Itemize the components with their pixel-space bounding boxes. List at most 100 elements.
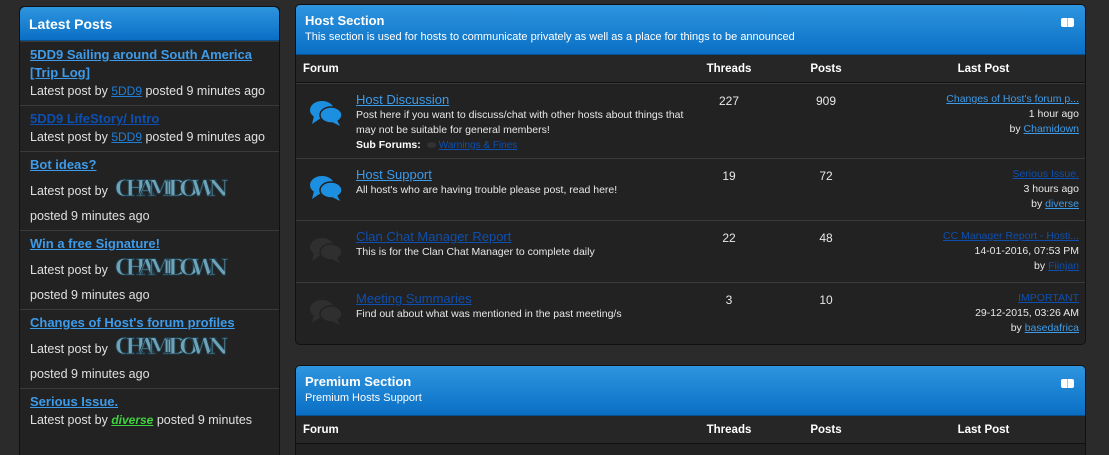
last-post-user-link[interactable]: diverse: [1045, 198, 1079, 210]
last-post-date: 14-01-2016, 07:53 PM: [974, 245, 1080, 257]
premium-section: Premium Section Premium Hosts Support Fo…: [295, 365, 1086, 455]
section-title: Host Section: [305, 13, 385, 28]
latest-post-by-label: Latest post by: [30, 130, 108, 144]
last-post-user-link[interactable]: basedafrica: [1025, 322, 1079, 334]
last-post-by-label: by: [1031, 198, 1043, 210]
latest-post-title-link[interactable]: Win a free Signature!: [30, 235, 269, 253]
latest-post-title-link[interactable]: Serious Issue.: [30, 393, 269, 411]
latest-post-time: posted 9 minutes ago: [30, 209, 150, 223]
col-forum: Forum: [303, 62, 339, 75]
forum-link[interactable]: Meeting Summaries: [356, 291, 688, 307]
post-count: 909: [815, 94, 837, 108]
subforums-label: Sub Forums:: [356, 139, 421, 151]
latest-post-item: Win a free Signature! Latest post by CHA…: [20, 230, 279, 309]
forum-description: All host's who are having trouble please…: [356, 184, 618, 196]
thread-count: 19: [722, 169, 736, 183]
latest-post-by-label: Latest post by: [30, 183, 108, 198]
forum-link[interactable]: Host Support: [356, 167, 688, 183]
thread-count: 227: [718, 94, 740, 108]
chamidown-username-logo[interactable]: CHAMIDOWN: [113, 331, 231, 366]
col-threads: Threads: [706, 423, 752, 436]
collapse-toggle-icon[interactable]: [1061, 18, 1074, 27]
latest-post-item: 5DD9 LifeStory/ Intro Latest post by 5DD…: [20, 105, 279, 151]
last-post-by-label: by: [1010, 322, 1022, 334]
last-post-info: IMPORTANT 29-12-2015, 03:26 AM by baseda…: [882, 283, 1085, 344]
latest-post-time: posted 9 minutes ago: [145, 130, 266, 144]
forum-new-posts-icon: [296, 84, 356, 158]
post-count: 72: [819, 169, 833, 183]
last-post-user-link[interactable]: Chamidown: [1024, 123, 1079, 135]
col-threads: Threads: [706, 62, 752, 75]
forum-row-clan-chat-manager-report: Clan Chat Manager Report This is for the…: [296, 220, 1085, 282]
section-description: Premium Hosts Support: [305, 392, 422, 404]
last-post-info: CC Manager Report - Hosti... 14-01-2016,…: [882, 221, 1085, 282]
forum-no-new-posts-icon: [296, 221, 356, 282]
svg-text:CHAMIDOWN: CHAMIDOWN: [115, 334, 229, 360]
section-description: This section is used for hosts to commun…: [305, 31, 795, 43]
last-post-link[interactable]: Serious Issue.: [882, 167, 1079, 182]
last-post-link[interactable]: Changes of Host's forum p...: [882, 92, 1079, 107]
forum-row-host-discussion: Host Discussion Post here if you want to…: [296, 83, 1085, 158]
latest-post-time: posted 9 minutes ago: [145, 84, 266, 98]
last-post-info: Serious Issue. 3 hours ago by diverse: [882, 159, 1085, 220]
latest-posts-header: Latest Posts: [20, 7, 279, 41]
latest-post-item: Changes of Host's forum profiles Latest …: [20, 309, 279, 388]
col-posts: Posts: [810, 423, 842, 436]
forum-link[interactable]: Clan Chat Manager Report: [356, 229, 688, 245]
col-posts: Posts: [810, 62, 842, 75]
latest-post-title-link[interactable]: 5DD9 Sailing around South America [Trip …: [30, 46, 269, 82]
thread-count: 3: [725, 293, 733, 307]
forum-description: Post here if you want to discuss/chat wi…: [356, 109, 684, 136]
latest-post-by-label: Latest post by: [30, 413, 108, 427]
premium-section-header: Premium Section Premium Hosts Support: [296, 366, 1085, 416]
last-post-info: Changes of Host's forum p... 1 hour ago …: [882, 84, 1085, 158]
forum-no-new-posts-icon: [296, 283, 356, 344]
latest-post-by-label: Latest post by: [30, 262, 108, 277]
host-section: Host Section This section is used for ho…: [295, 4, 1086, 345]
latest-post-title-link[interactable]: Bot ideas?: [30, 156, 269, 174]
last-post-date: 3 hours ago: [1023, 183, 1079, 195]
forum-row-host-support: Host Support All host's who are having t…: [296, 158, 1085, 220]
latest-post-time: posted 9 minutes ago: [30, 288, 150, 302]
forum-new-posts-icon: [296, 159, 356, 220]
forum-row-meeting-summaries: Meeting Summaries Find out about what wa…: [296, 282, 1085, 344]
latest-post-title-link[interactable]: 5DD9 LifeStory/ Intro: [30, 110, 269, 128]
latest-post-title-link[interactable]: Changes of Host's forum profiles: [30, 314, 269, 332]
last-post-date: 29-12-2015, 03:26 AM: [975, 307, 1079, 319]
last-post-by-label: by: [1034, 260, 1046, 272]
forum-description: Find out about what was mentioned in the…: [356, 308, 622, 320]
svg-text:CHAMIDOWN: CHAMIDOWN: [115, 255, 229, 281]
last-post-link[interactable]: IMPORTANT: [882, 291, 1079, 306]
chamidown-username-logo[interactable]: CHAMIDOWN: [113, 173, 231, 208]
forum-description: This is for the Clan Chat Manager to com…: [356, 246, 595, 258]
last-post-link[interactable]: CC Manager Report - Hosti...: [882, 229, 1079, 244]
col-forum: Forum: [303, 423, 339, 436]
latest-post-time: posted 9 minutes ago: [30, 367, 150, 381]
subforum-status-icon: [426, 142, 436, 149]
host-section-header: Host Section This section is used for ho…: [296, 5, 1085, 55]
subforum-link[interactable]: Warnings & Fines: [439, 140, 518, 151]
section-title: Premium Section: [305, 374, 412, 389]
forum-table-header: Forum Threads Posts Last Post: [296, 416, 1085, 444]
latest-posts-panel: Latest Posts 5DD9 Sailing around South A…: [19, 6, 280, 455]
col-last-post: Last Post: [957, 423, 1010, 436]
latest-post-time: posted 9 minutes: [156, 413, 253, 427]
latest-post-by-label: Latest post by: [30, 341, 108, 356]
latest-post-item: 5DD9 Sailing around South America [Trip …: [20, 41, 279, 105]
forum-link[interactable]: Host Discussion: [356, 92, 688, 108]
latest-post-item: Bot ideas? Latest post by CHAMIDOWN post…: [20, 151, 279, 230]
latest-post-by-label: Latest post by: [30, 84, 108, 98]
thread-count: 22: [722, 231, 736, 245]
last-post-by-label: by: [1009, 123, 1021, 135]
latest-post-user-link[interactable]: 5DD9: [111, 84, 142, 98]
chamidown-username-logo[interactable]: CHAMIDOWN: [113, 252, 231, 287]
latest-post-item: Serious Issue. Latest post by diverse po…: [20, 388, 279, 434]
collapse-toggle-icon[interactable]: [1061, 379, 1074, 388]
latest-post-user-link[interactable]: diverse: [111, 413, 153, 427]
col-last-post: Last Post: [957, 62, 1010, 75]
last-post-user-link[interactable]: Fiinjan: [1048, 260, 1079, 272]
forum-table-header: Forum Threads Posts Last Post: [296, 55, 1085, 83]
post-count: 48: [819, 231, 833, 245]
svg-text:CHAMIDOWN: CHAMIDOWN: [115, 176, 229, 202]
latest-post-user-link[interactable]: 5DD9: [111, 130, 142, 144]
